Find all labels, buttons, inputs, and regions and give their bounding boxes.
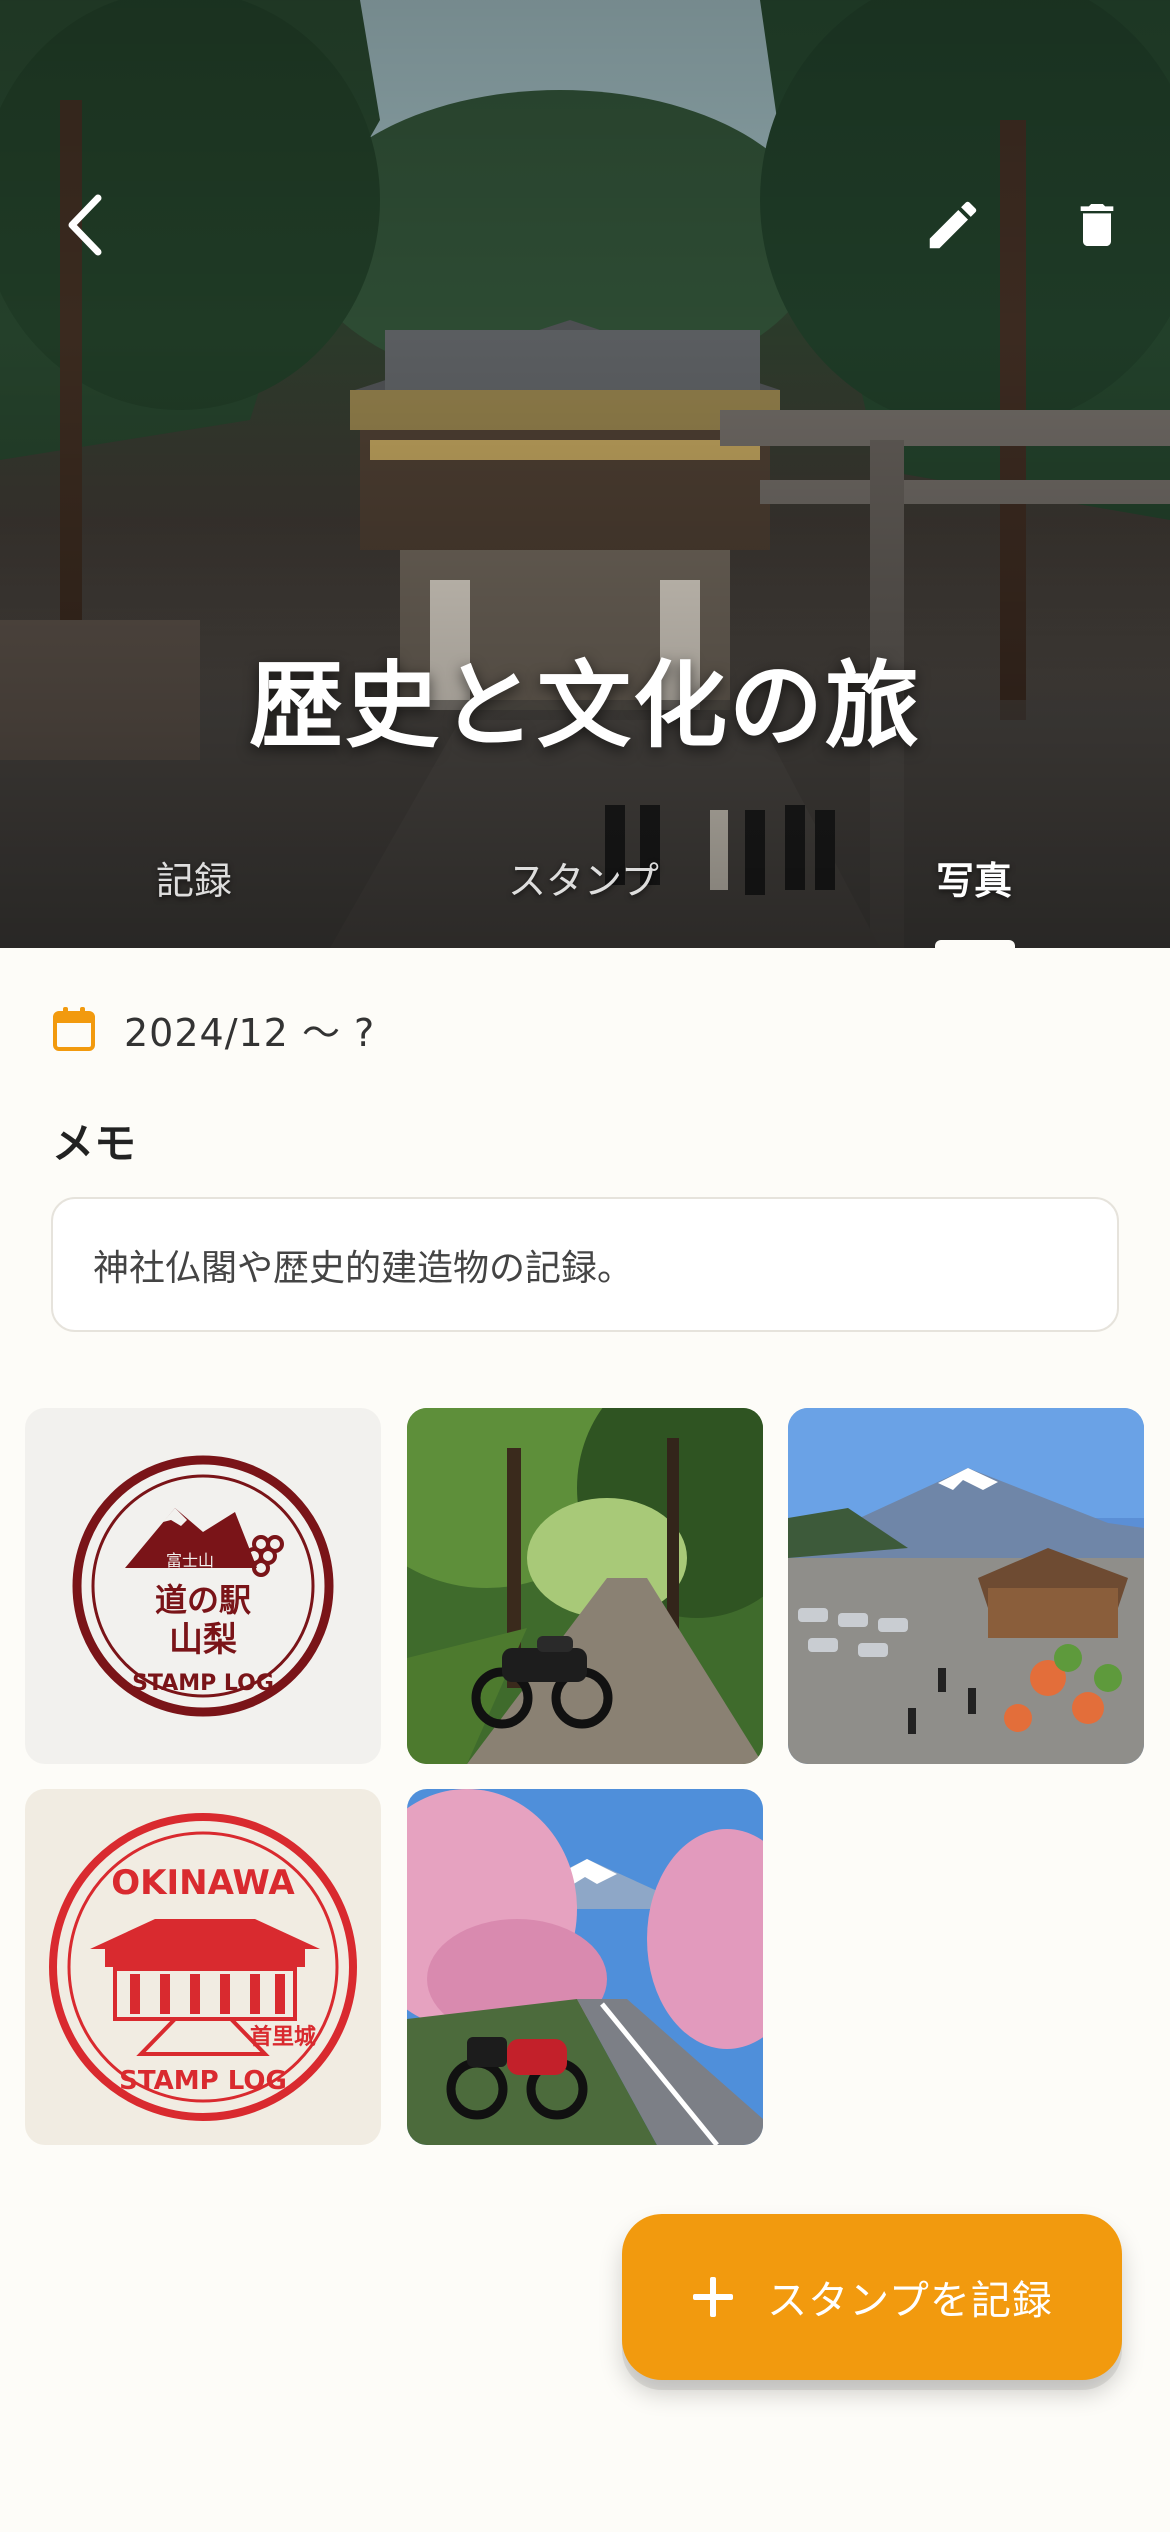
photo-tile-roadside-station[interactable] bbox=[788, 1408, 1144, 1764]
tab-photos[interactable]: 写真 bbox=[936, 850, 1012, 905]
memo-text: 神社仏閣や歴史的建造物の記録。 bbox=[93, 1247, 634, 1289]
pencil-icon bbox=[929, 201, 977, 249]
stamp-yamanashi-bottom-text: STAMP LOG bbox=[132, 1671, 274, 1696]
stamp-yamanashi-line1: 道の駅 bbox=[155, 1581, 251, 1619]
trash-icon bbox=[1080, 204, 1114, 246]
active-tab-indicator bbox=[935, 940, 1015, 948]
stamp-okinawa-badge: 首里城 bbox=[250, 2024, 316, 2050]
stamp-yamanashi-line2: 山梨 bbox=[169, 1620, 237, 1660]
photo-tile-stamp-okinawa[interactable]: OKINAWA 首里城 STAMP LOG bbox=[25, 1789, 381, 2145]
photo-tile-forest-motorcycle[interactable] bbox=[407, 1408, 763, 1764]
stamp-okinawa-bottom-text: STAMP LOG bbox=[119, 2066, 287, 2096]
plus-icon bbox=[693, 2277, 734, 2317]
photo-tile-cherry-blossom-road[interactable] bbox=[407, 1789, 763, 2145]
date-row: 2024/12 〜 ? bbox=[52, 1003, 375, 1055]
memo-box: 神社仏閣や歴史的建造物の記録。 bbox=[51, 1197, 1119, 1332]
roadside-station-image bbox=[788, 1408, 1144, 1764]
hero-header: 歴史と文化の旅 記録 スタンプ 写真 bbox=[0, 0, 1170, 948]
delete-button[interactable] bbox=[1052, 180, 1142, 270]
tab-bar: 記録 スタンプ 写真 bbox=[0, 840, 1170, 948]
memo-label: メモ bbox=[52, 1119, 137, 1168]
stamp-yamanashi-top-text: 富士山 bbox=[166, 1551, 214, 1570]
stamp-okinawa-image: OKINAWA 首里城 STAMP LOG bbox=[49, 1813, 357, 2121]
record-stamp-button[interactable]: スタンプを記録 bbox=[622, 2214, 1122, 2380]
edit-button[interactable] bbox=[908, 180, 998, 270]
tab-records[interactable]: 記録 bbox=[156, 850, 232, 905]
trip-title: 歴史と文化の旅 bbox=[248, 652, 921, 761]
hero-gradient bbox=[0, 0, 1170, 948]
calendar-icon bbox=[53, 1007, 95, 1051]
stamp-okinawa-top-text: OKINAWA bbox=[111, 1863, 295, 1903]
stamp-yamanashi-image: 富士山 道の駅 山梨 STAMP LOG bbox=[72, 1455, 334, 1717]
tab-stamps[interactable]: スタンプ bbox=[508, 850, 659, 905]
photo-tile-stamp-yamanashi[interactable]: 富士山 道の駅 山梨 STAMP LOG bbox=[25, 1408, 381, 1764]
cherry-blossom-road-image bbox=[407, 1789, 763, 2145]
date-range: 2024/12 〜 ? bbox=[124, 1010, 376, 1055]
chevron-left-icon bbox=[68, 194, 102, 256]
record-stamp-label: スタンプを記録 bbox=[767, 2278, 1053, 2324]
back-button[interactable] bbox=[40, 180, 130, 270]
forest-motorcycle-image bbox=[407, 1408, 763, 1764]
